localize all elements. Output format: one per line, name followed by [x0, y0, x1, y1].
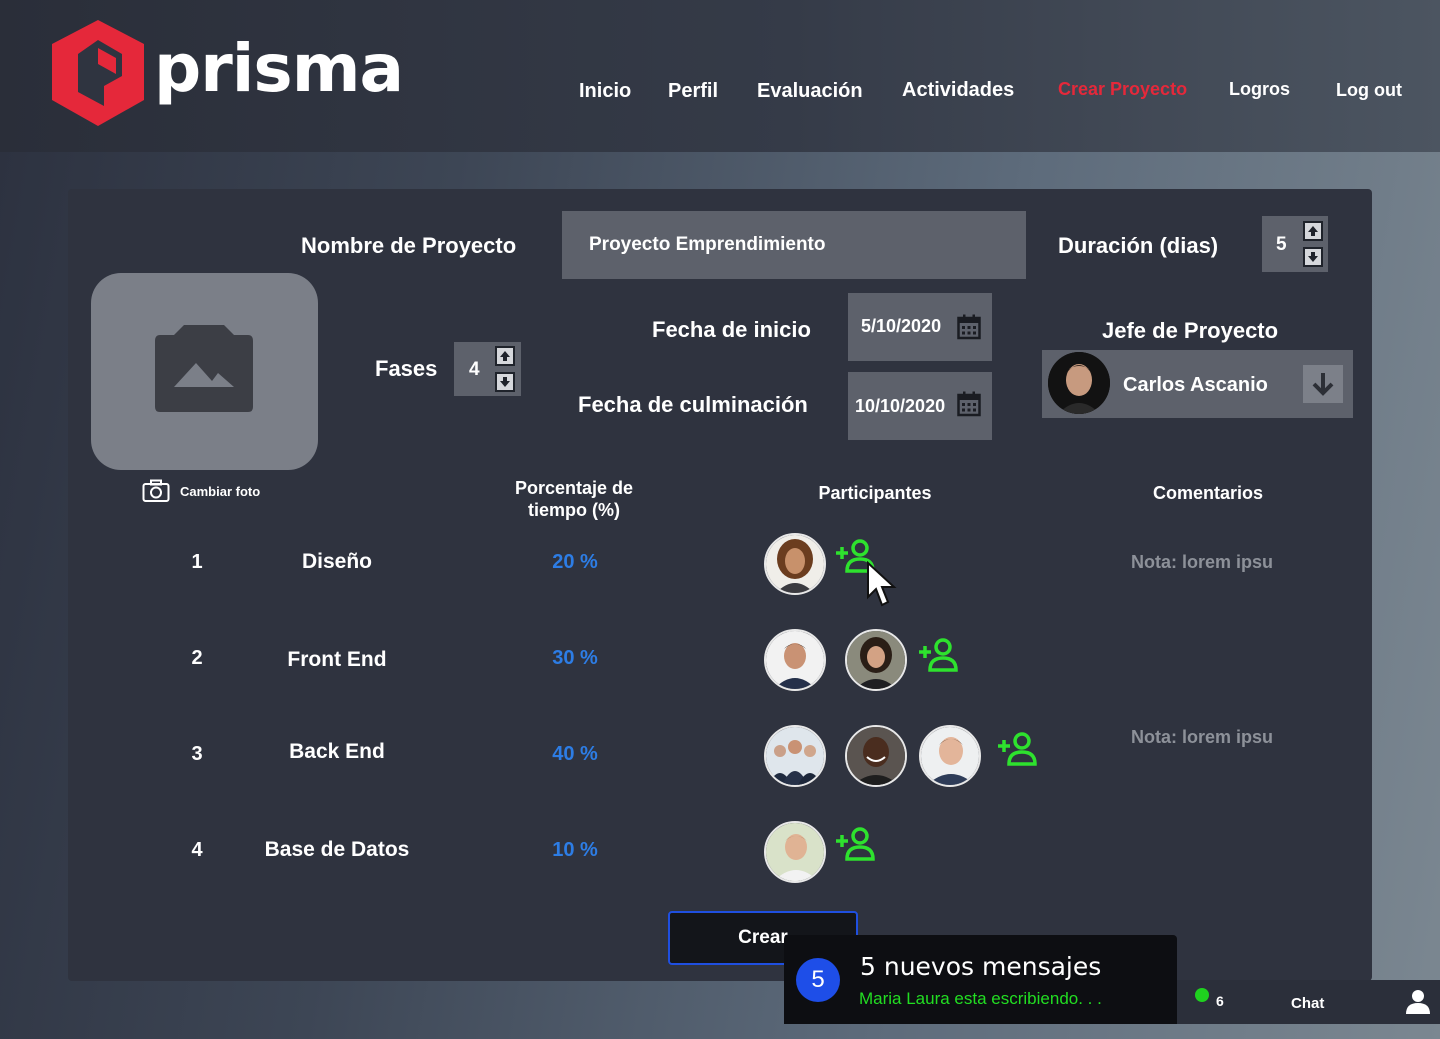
calendar-icon[interactable] [957, 314, 981, 340]
phases-label: Fases [375, 356, 438, 381]
end-date-label: Fecha de culminación [578, 392, 808, 417]
project-name-input[interactable]: Proyecto Emprendimiento [562, 211, 1026, 279]
nav-actividades[interactable]: Actividades [902, 79, 1014, 102]
project-name-label: Nombre de Proyecto [301, 233, 517, 258]
phase-name: Front End [287, 648, 387, 671]
participant-avatar[interactable] [845, 629, 907, 691]
nav-crear-proyecto[interactable]: Crear Proyecto [1058, 79, 1187, 100]
row-number: 3 [191, 743, 203, 765]
participant-avatar[interactable] [764, 725, 826, 787]
row-number: 2 [191, 647, 203, 669]
toast-subtitle: Maria Laura esta escribiendo. . . [859, 989, 1102, 1008]
nav-evaluacion[interactable]: Evaluación [757, 80, 863, 103]
phases-stepper[interactable]: 4 [454, 342, 521, 396]
manager-name: Carlos Ascanio [1123, 374, 1268, 396]
participant-avatar[interactable] [764, 533, 826, 595]
toast-title: 5 nuevos mensajes [860, 952, 1102, 981]
manager-avatar [1048, 352, 1110, 414]
participant-avatar[interactable] [845, 725, 907, 787]
online-count: 6 [1216, 993, 1224, 1009]
camera-icon [142, 479, 170, 502]
percent-column-header: Porcentaje de tiempo (%) [514, 478, 634, 520]
add-participant-icon[interactable] [834, 827, 878, 861]
arrow-up-icon[interactable] [495, 346, 515, 366]
start-date-value: 5/10/2020 [861, 316, 942, 336]
phase-percent[interactable]: 30 % [515, 647, 635, 670]
comments-column-header: Comentarios [1152, 483, 1264, 503]
message-count-badge: 5 [796, 958, 840, 1002]
phase-percent[interactable]: 10 % [515, 839, 635, 862]
participant-avatar[interactable] [919, 725, 981, 787]
phase-percent[interactable]: 20 % [515, 551, 635, 574]
change-photo-label: Cambiar foto [180, 483, 261, 499]
project-name-value: Proyecto Emprendimiento [589, 234, 826, 255]
nav-perfil[interactable]: Perfil [668, 80, 718, 103]
duration-stepper[interactable]: 5 [1262, 216, 1328, 272]
arrow-down-icon[interactable] [1303, 247, 1323, 267]
phases-value: 4 [469, 359, 480, 380]
brand-name: prisma [154, 30, 404, 107]
change-photo-button[interactable]: Cambiar foto [142, 479, 260, 503]
calendar-icon[interactable] [957, 391, 981, 417]
new-messages-toast[interactable]: 5 5 nuevos mensajes Maria Laura esta esc… [784, 935, 1177, 1024]
manager-label: Jefe de Proyecto [1102, 318, 1279, 343]
end-date-value: 10/10/2020 [855, 396, 946, 416]
duration-value: 5 [1276, 234, 1287, 255]
top-header: prisma Inicio Perfil Evaluación Activida… [0, 0, 1440, 152]
phase-name: Back End [289, 740, 385, 763]
start-date-input[interactable]: 5/10/2020 [848, 293, 992, 361]
project-photo[interactable] [91, 273, 318, 470]
phase-name: Base de Datos [264, 838, 410, 861]
add-participant-icon[interactable] [996, 732, 1040, 766]
user-icon[interactable] [1405, 988, 1431, 1014]
phase-percent[interactable]: 40 % [515, 743, 635, 766]
row-number: 4 [191, 839, 203, 861]
phase-comment: Nota: lorem ipsu [1131, 727, 1274, 747]
duration-label: Duración (dias) [1058, 233, 1219, 258]
phase-comment: Nota: lorem ipsu [1131, 552, 1274, 572]
arrow-up-icon[interactable] [1303, 221, 1323, 241]
mouse-cursor-icon [867, 561, 897, 607]
end-date-input[interactable]: 10/10/2020 [848, 372, 992, 440]
participant-avatar[interactable] [764, 821, 826, 883]
participant-avatar[interactable] [764, 629, 826, 691]
nav-logros[interactable]: Logros [1229, 79, 1290, 100]
manager-select[interactable]: Carlos Ascanio [1042, 350, 1353, 418]
phase-name: Diseño [301, 550, 372, 573]
arrow-down-icon[interactable] [495, 372, 515, 392]
chat-button[interactable]: Chat [1291, 995, 1324, 1012]
nav-inicio[interactable]: Inicio [579, 80, 631, 103]
start-date-label: Fecha de inicio [652, 317, 811, 342]
participants-column-header: Participantes [818, 483, 932, 503]
image-placeholder-icon [155, 325, 253, 412]
online-status-icon [1195, 988, 1209, 1002]
chevron-down-icon[interactable] [1303, 365, 1343, 403]
nav-logout[interactable]: Log out [1336, 80, 1402, 101]
add-participant-icon[interactable] [917, 638, 961, 672]
row-number: 1 [191, 551, 203, 573]
